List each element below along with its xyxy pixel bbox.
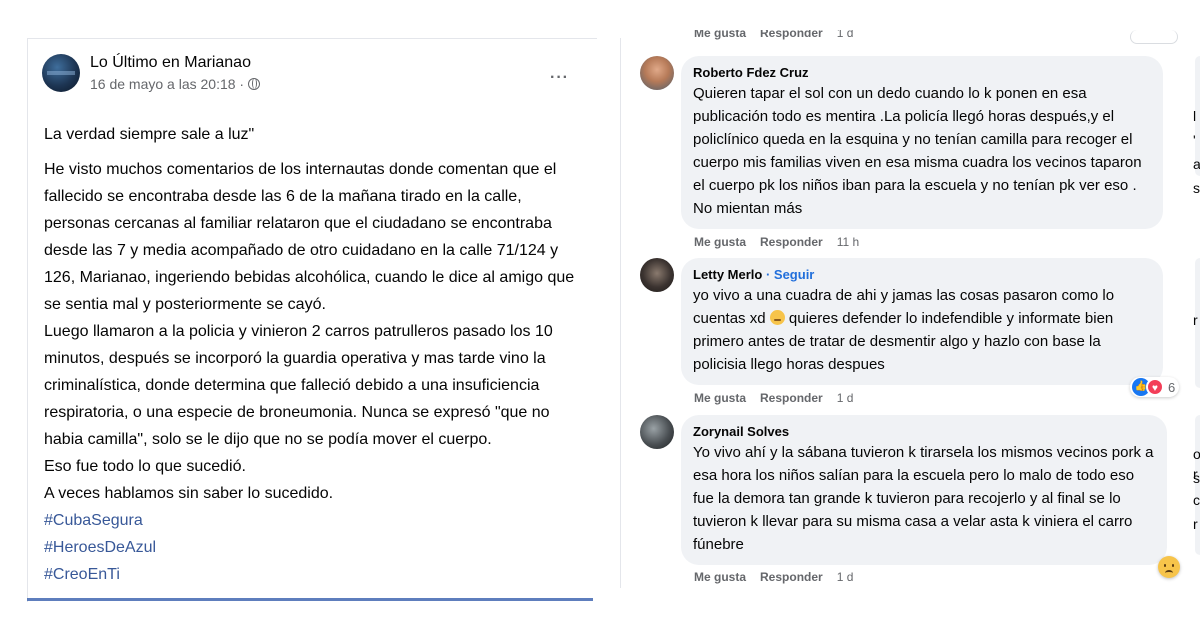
- comment-time[interactable]: 1 d: [837, 570, 854, 584]
- like-link[interactable]: Me gusta: [694, 391, 746, 405]
- comment-time[interactable]: 11 h: [837, 235, 859, 249]
- commenter-avatar[interactable]: [640, 415, 674, 449]
- cropped-text-fragment: ': [1193, 132, 1196, 148]
- follow-link[interactable]: · Seguir: [766, 267, 814, 282]
- cropped-text-fragment: o: [1193, 446, 1200, 462]
- comment-text: Yo vivo ahí y la sábana tuvieron k tirar…: [693, 444, 1154, 553]
- hashtag-link[interactable]: #CubaSegura: [44, 507, 584, 534]
- page-avatar[interactable]: [42, 54, 80, 92]
- page-name[interactable]: Lo Último en Marianao: [90, 53, 260, 73]
- commenter-avatar[interactable]: [640, 56, 674, 90]
- comment-author-line: Letty Merlo · Seguir: [693, 266, 1151, 284]
- hashtag-link[interactable]: #CreoEnTi: [44, 561, 584, 588]
- reply-link[interactable]: Responder: [760, 30, 823, 40]
- facebook-post: Lo Último en Marianao 16 de mayo a las 2…: [27, 38, 597, 602]
- comment-author[interactable]: Letty Merlo: [693, 267, 762, 282]
- comment-actions: Me gusta Responder 11 h: [694, 235, 859, 249]
- comment-author[interactable]: Zorynail Solves: [693, 423, 1155, 441]
- cropped-text-fragment: s: [1193, 470, 1200, 486]
- post-meta: 16 de mayo a las 20:18 ·: [90, 75, 261, 93]
- comment-bubble: Letty Merlo · Seguir yo vivo a una cuadr…: [681, 258, 1163, 385]
- cropped-text-fragment: s: [1193, 180, 1200, 196]
- commenter-avatar[interactable]: [640, 258, 674, 292]
- post-header-text: Lo Último en Marianao 16 de mayo a las 2…: [90, 53, 261, 93]
- cropped-text-fragment: r: [1193, 516, 1198, 532]
- like-link[interactable]: Me gusta: [694, 570, 746, 584]
- post-quote: La verdad siempre sale a luz": [44, 126, 255, 143]
- cropped-text-fragment: a: [1193, 156, 1200, 172]
- cropped-text-fragment: r: [1193, 312, 1198, 328]
- comment-bubble: Roberto Fdez Cruz Quieren tapar el sol c…: [681, 56, 1163, 229]
- post-body: La verdad siempre sale a luz" He visto m…: [44, 121, 584, 588]
- post-line: Eso fue todo lo que sucedió.: [44, 458, 246, 475]
- reply-link[interactable]: Responder: [760, 235, 823, 249]
- reaction-count: 6: [1168, 379, 1176, 395]
- hashtag-link[interactable]: #HeroesDeAzul: [44, 534, 584, 561]
- post-paragraph: Luego llamaron a la policia y vinieron 2…: [44, 323, 553, 448]
- comment-author[interactable]: Roberto Fdez Cruz: [693, 64, 1151, 82]
- post-paragraph: He visto muchos comentarios de los inter…: [44, 161, 575, 313]
- cropped-text-fragment: l: [1193, 108, 1197, 124]
- previous-comment-actions: Me gusta Responder 1 d: [694, 30, 853, 46]
- reaction-pill-cropped: [1130, 30, 1178, 44]
- comment-bubble: Zorynail Solves Yo vivo ahí y la sábana …: [681, 415, 1167, 565]
- love-reaction-icon: ♥: [1146, 378, 1164, 396]
- comment-time[interactable]: 1 d: [837, 391, 854, 405]
- post-timestamp[interactable]: 16 de mayo a las 20:18 ·: [90, 75, 244, 93]
- comment-actions: Me gusta Responder 1 d: [694, 391, 853, 405]
- comment-reactions[interactable]: 👍 ♥ 6: [1130, 377, 1180, 397]
- reply-link[interactable]: Responder: [760, 391, 823, 405]
- like-link[interactable]: Me gusta: [694, 235, 746, 249]
- more-options-icon[interactable]: ···: [550, 69, 569, 87]
- grimace-emoji-icon: [769, 310, 785, 325]
- post-line: A veces hablamos sin saber lo sucedido.: [44, 485, 334, 502]
- like-link[interactable]: Me gusta: [694, 30, 746, 40]
- reply-link[interactable]: Responder: [760, 570, 823, 584]
- comment-time[interactable]: 1 d: [837, 30, 854, 40]
- comment-actions: Me gusta Responder 1 d: [694, 570, 853, 584]
- post-header: Lo Último en Marianao 16 de mayo a las 2…: [42, 53, 261, 93]
- cropped-text-fragment: c: [1193, 492, 1200, 508]
- comment-text: yo vivo a una cuadra de ahi y jamas las …: [693, 284, 1151, 376]
- sad-reaction-icon[interactable]: [1158, 556, 1180, 578]
- comment-text: Quieren tapar el sol con un dedo cuando …: [693, 85, 1142, 217]
- panel-divider: [620, 38, 621, 588]
- post-bottom-border: [27, 598, 593, 601]
- globe-icon: [248, 78, 261, 90]
